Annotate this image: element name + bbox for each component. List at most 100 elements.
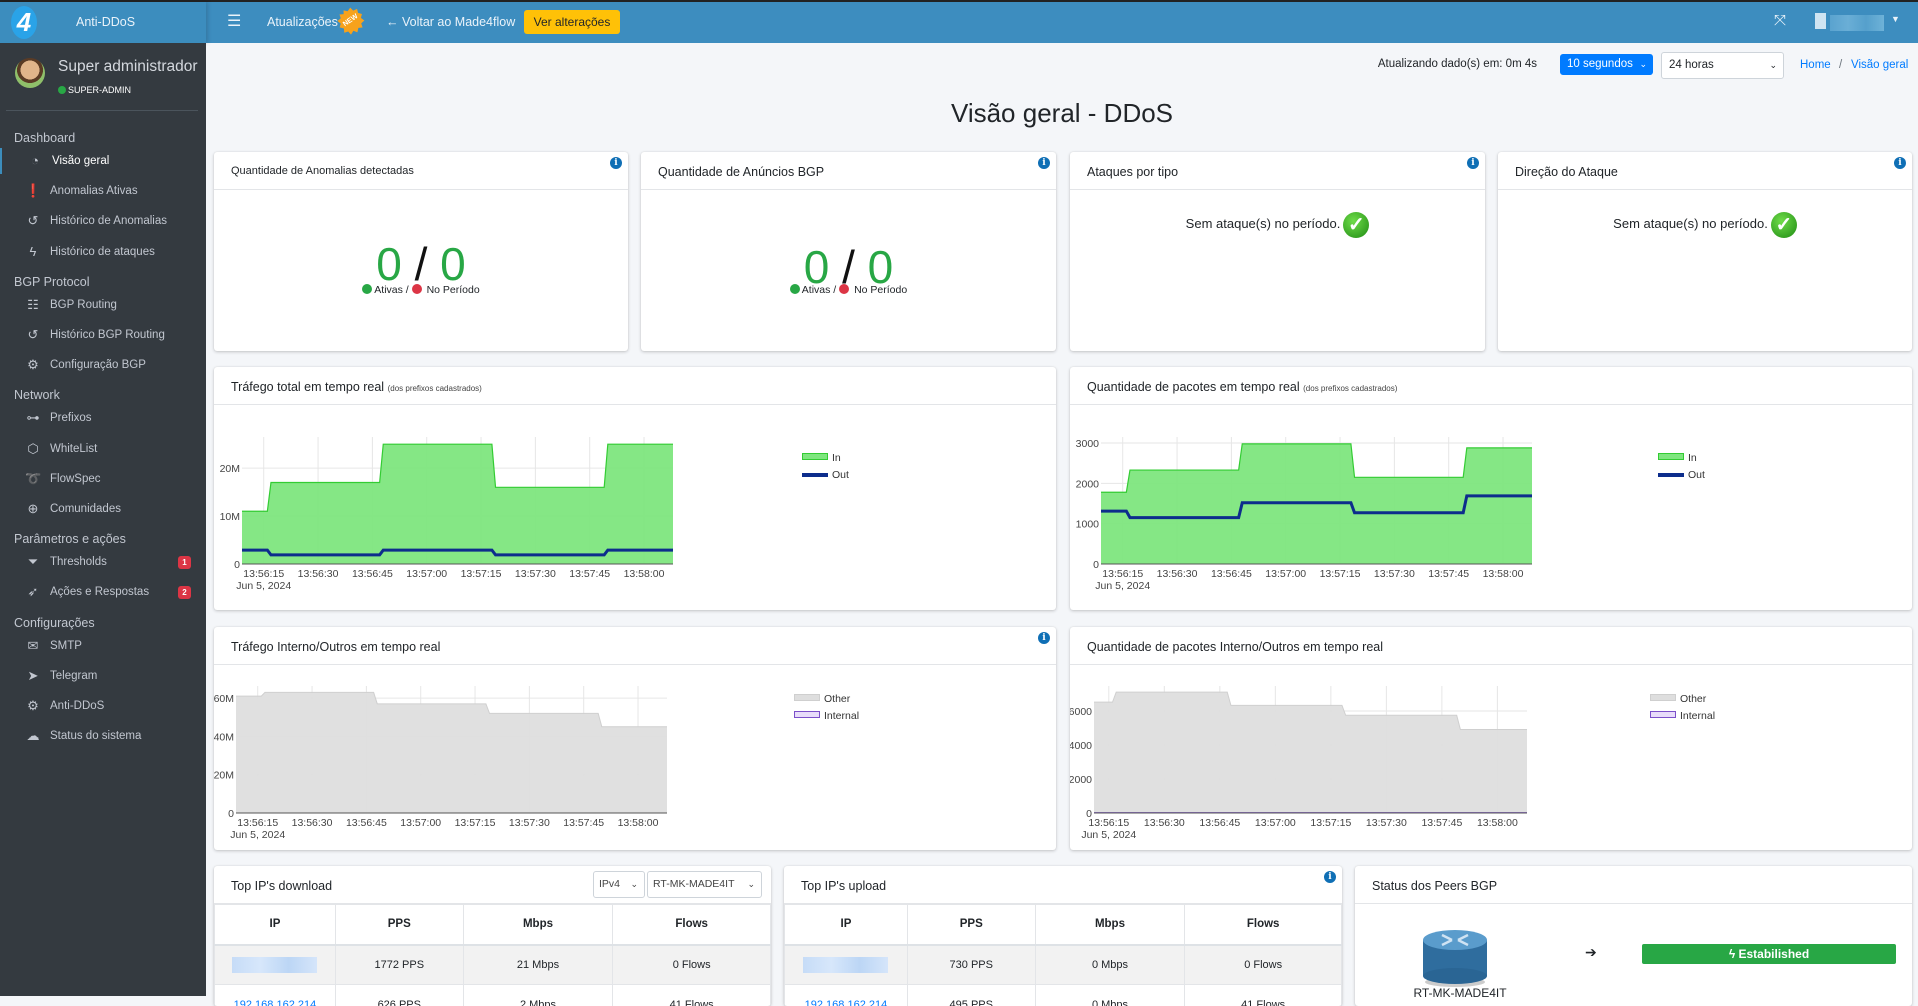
column-header[interactable]: Mbps (463, 905, 613, 945)
brand[interactable]: 4 Anti-DDoS (0, 2, 206, 43)
top-download-table: IPPPSMbpsFlows1772 PPS21 Mbps0 Flows192.… (214, 904, 771, 1006)
sidebar-section-title: Parâmetros e ações (14, 532, 126, 546)
router-icon (1420, 926, 1490, 988)
legend-active: Ativas / (374, 284, 408, 296)
legend-item[interactable]: Internal (794, 708, 859, 725)
column-header[interactable]: Mbps (1035, 905, 1185, 945)
sidebar-item-label: Ações e Respostas (50, 579, 149, 605)
info-icon[interactable]: i (1894, 157, 1906, 169)
x-tick-label: 13:56:15 (243, 568, 284, 580)
sidebar-section-title: Network (14, 388, 60, 402)
legend-item[interactable]: Other (794, 691, 859, 708)
chevron-down-icon: ⌄ (1769, 53, 1777, 78)
legend-label: Out (832, 469, 849, 481)
internal-packets-chart-card: Quantidade de pacotes Interno/Outros em … (1070, 627, 1912, 850)
column-header[interactable]: Flows (1185, 905, 1342, 945)
breadcrumb-home[interactable]: Home (1800, 59, 1831, 71)
router-select[interactable]: RT-MK-MADE4IT⌄ (647, 871, 762, 898)
table-row: 192.168.162.214626 PPS2 Mbps41 Flows (215, 985, 771, 1006)
top-download-card: Top IP's download IPv4⌄ RT-MK-MADE4IT⌄ I… (214, 866, 771, 1006)
breadcrumb-current[interactable]: Visão geral (1851, 59, 1908, 71)
sidebar-item-historico-de-ataques[interactable]: ϟHistórico de ataques (0, 239, 206, 265)
ip-link[interactable]: 192.168.162.214 (215, 985, 336, 1006)
sidebar-item-acoes-e-respostas[interactable]: ➶Ações e Respostas2 (0, 579, 206, 605)
updates-link[interactable]: Atualizações (267, 15, 338, 29)
legend-item[interactable]: In (802, 450, 849, 467)
sidebar-item-configuracao-bgp[interactable]: ⚙Configuração BGP (0, 352, 206, 378)
company-name-blurred[interactable] (1830, 15, 1884, 31)
red-dot-icon (412, 284, 422, 294)
column-header[interactable]: IP (215, 905, 336, 945)
hamburger-icon[interactable]: ☰ (227, 11, 241, 31)
packets-chart-card: Quantidade de pacotes em tempo real (dos… (1070, 367, 1912, 610)
counts-legend: Ativas / No Período (214, 284, 628, 296)
y-tick-label: 20M (214, 770, 234, 782)
peer-status-text: Estabilished (1739, 947, 1810, 961)
period-select[interactable]: 24 horas⌄ (1661, 52, 1784, 79)
table-header-row: IPPPSMbpsFlows (215, 905, 771, 945)
info-icon[interactable]: i (1467, 157, 1479, 169)
sidebar-item-smtp[interactable]: ✉SMTP (0, 633, 206, 659)
packets_internal-chart: 13:56:1513:56:3013:56:4513:57:0013:57:15… (1070, 627, 1912, 850)
history-icon: ↺ (25, 322, 41, 348)
arrow-right-icon: ➔ (1585, 944, 1597, 961)
legend-item[interactable]: Other (1650, 691, 1715, 708)
internal-traffic-chart-card: Tráfego Interno/Outros em tempo reali 13… (214, 627, 1056, 850)
table-cell: 0 Flows (1185, 945, 1342, 985)
x-tick-label: 13:56:15 (237, 817, 278, 829)
y-tick-label: 40M (214, 731, 234, 743)
info-icon[interactable]: i (1324, 871, 1336, 883)
sidebar-item-prefixos[interactable]: ⊶Prefixos (0, 405, 206, 431)
x-tick-label: 13:58:00 (618, 817, 659, 829)
x-tick-label: 13:56:30 (298, 568, 339, 580)
expand-icon[interactable]: ⤧ (1774, 12, 1786, 29)
ip-version-select[interactable]: IPv4⌄ (593, 871, 645, 898)
sidebar-item-thresholds[interactable]: ⏷Thresholds1 (0, 549, 206, 575)
ip-link[interactable]: 192.168.162.214 (785, 985, 908, 1006)
anomalies-card: Quantidade de Anomalias detectadasi 0 / … (214, 152, 628, 351)
x-tick-label: 13:57:15 (461, 568, 502, 580)
sidebar-item-flowspec[interactable]: ➰FlowSpec (0, 466, 206, 492)
traffic-chart-card: Tráfego total em tempo real (dos prefixo… (214, 367, 1056, 610)
sidebar-item-comunidades[interactable]: ⊕Comunidades (0, 496, 206, 522)
sidebar-item-historico-bgp-routing[interactable]: ↺ Histórico BGP Routing (0, 322, 206, 348)
check-icon: ✓ (1343, 212, 1369, 238)
user-panel[interactable]: Super administrador SUPER-ADMIN (0, 43, 206, 111)
sidebar-item-anomalias-ativas[interactable]: ❗Anomalias Ativas (0, 178, 206, 204)
legend-item[interactable]: Out (802, 467, 849, 484)
legend-swatch (1658, 473, 1684, 477)
count-badge: 2 (178, 586, 191, 599)
sidebar-section-title: Dashboard (14, 131, 75, 145)
legend-item[interactable]: In (1658, 450, 1705, 467)
bolt-icon: ϟ (1729, 947, 1739, 961)
sidebar-item-telegram[interactable]: ➤Telegram (0, 663, 206, 689)
sidebar-item-anti-ddos[interactable]: ⚙Anti-DDoS (0, 693, 206, 719)
legend-swatch (1650, 694, 1676, 701)
column-header[interactable]: PPS (907, 905, 1035, 945)
info-icon[interactable]: i (610, 157, 622, 169)
legend-item[interactable]: Out (1658, 467, 1705, 484)
refresh-interval-select[interactable]: 10 segundos⌄ (1560, 54, 1653, 75)
column-header[interactable]: IP (785, 905, 908, 945)
sidebar-item-label: Histórico BGP Routing (50, 322, 165, 348)
x-date-label: Jun 5, 2024 (230, 829, 285, 841)
column-header[interactable]: PPS (335, 905, 463, 945)
sidebar-item-visao-geral[interactable]: ◔Visão geral (0, 148, 206, 174)
legend-item[interactable]: Internal (1650, 708, 1715, 725)
x-tick-label: 13:57:00 (1265, 568, 1306, 580)
view-changes-button[interactable]: Ver alterações (524, 10, 620, 34)
sidebar-item-bgp-routing[interactable]: ☷BGP Routing (0, 292, 206, 318)
breadcrumb-separator: / (1839, 59, 1842, 71)
x-date-label: Jun 5, 2024 (1095, 580, 1150, 592)
y-tick-label: 6000 (1070, 706, 1092, 718)
separator: / (415, 238, 428, 290)
column-header[interactable]: Flows (613, 905, 771, 945)
sidebar-item-whitelist[interactable]: ⬡WhiteList (0, 436, 206, 462)
sidebar-item-status-do-sistema[interactable]: ☁Status do sistema (0, 723, 206, 749)
sidebar-item-label: WhiteList (50, 436, 97, 462)
info-icon[interactable]: i (1038, 157, 1050, 169)
card-header: Quantidade de Anomalias detectadasi (214, 152, 628, 190)
caret-down-icon[interactable]: ▼ (1891, 14, 1900, 24)
back-to-made4flow-link[interactable]: ← Voltar ao Made4flow (386, 15, 515, 29)
sidebar-item-historico-de-anomalias[interactable]: ↺Histórico de Anomalias (0, 208, 206, 234)
